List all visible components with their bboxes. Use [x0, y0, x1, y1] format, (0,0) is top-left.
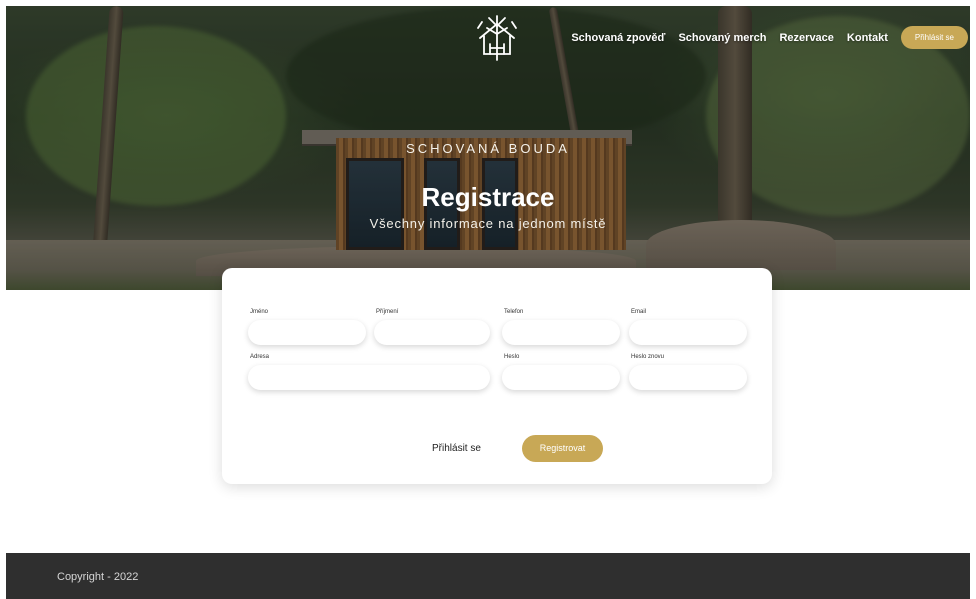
page: Schovaná zpověď Schovaný merch Rezervace…: [6, 6, 970, 599]
nav-link-rezervace[interactable]: Rezervace: [779, 32, 833, 44]
register-button[interactable]: Registrovat: [522, 435, 603, 462]
login-link[interactable]: Přihlásit se: [432, 443, 481, 454]
email-input[interactable]: [629, 320, 747, 345]
phone-input[interactable]: [502, 320, 620, 345]
password-field: Heslo: [502, 353, 620, 390]
last-name-input[interactable]: [374, 320, 490, 345]
email-label: Email: [631, 309, 647, 315]
phone-field: Telefon: [502, 308, 620, 345]
hero-tagline: Všechny informace na jednom místě: [369, 216, 607, 231]
registration-form-card: Jméno Příjmení Telefon Email Adresa Hesl…: [222, 268, 772, 484]
footer: Copyright - 2022: [6, 553, 970, 599]
email-field: Email: [629, 308, 747, 345]
address-label: Adresa: [250, 354, 270, 360]
nav-link-merch[interactable]: Schovaný merch: [678, 32, 766, 44]
copyright-text: Copyright - 2022: [57, 571, 139, 583]
first-name-label: Jméno: [250, 309, 269, 315]
last-name-label: Příjmení: [376, 309, 399, 315]
password-label: Heslo: [504, 354, 520, 360]
last-name-field: Příjmení: [374, 308, 490, 345]
address-input[interactable]: [248, 365, 490, 390]
password-input[interactable]: [502, 365, 620, 390]
tree-house-logo-icon[interactable]: [472, 14, 522, 64]
page-title: Registrace: [421, 182, 555, 212]
password-again-label: Heslo znovu: [631, 354, 665, 360]
first-name-field: Jméno: [248, 308, 366, 345]
main-nav: Schovaná zpověď Schovaný merch Rezervace…: [571, 26, 970, 49]
hero-subtitle: SCHOVANÁ BOUDA: [406, 141, 570, 156]
nav-login-button[interactable]: Přihlásit se: [900, 26, 968, 49]
nav-link-kontakt[interactable]: Kontakt: [847, 32, 888, 44]
phone-label: Telefon: [504, 309, 524, 315]
hero-banner: Schovaná zpověď Schovaný merch Rezervace…: [6, 6, 970, 290]
nav-link-zpoved[interactable]: Schovaná zpověď: [571, 32, 665, 44]
password-again-input[interactable]: [629, 365, 747, 390]
address-field: Adresa: [248, 353, 490, 390]
password-again-field: Heslo znovu: [629, 353, 747, 390]
first-name-input[interactable]: [248, 320, 366, 345]
